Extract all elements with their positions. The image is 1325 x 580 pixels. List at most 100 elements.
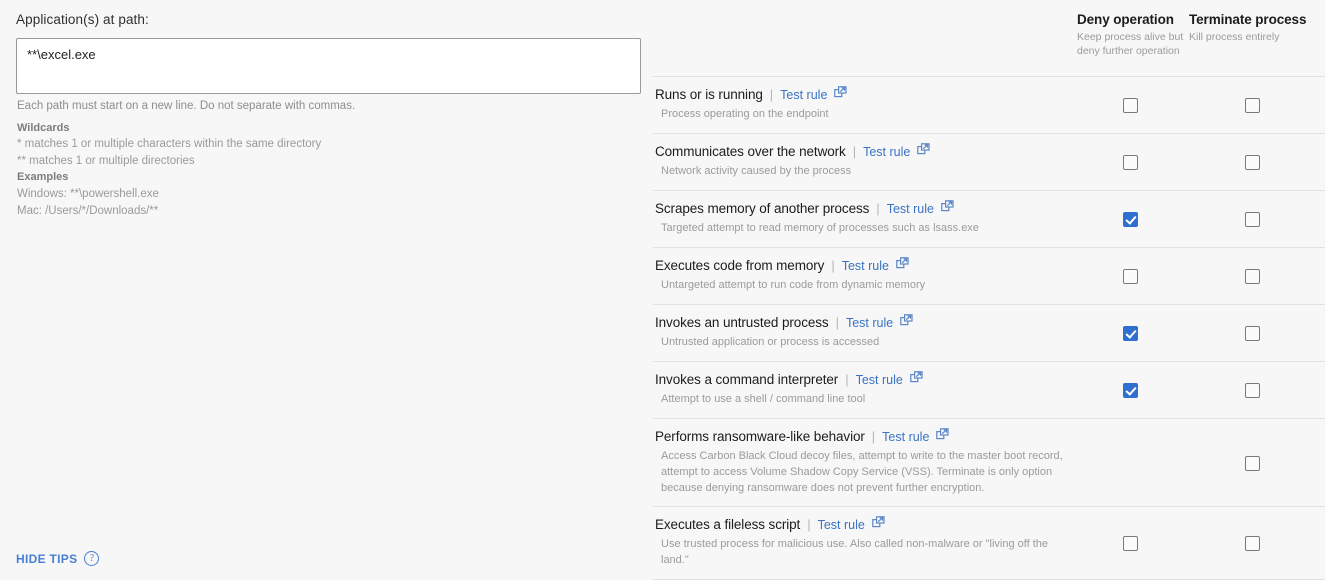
rule-description: Network activity caused by the process [661, 164, 852, 177]
example-line: Windows: **\powershell.exe [17, 187, 159, 200]
checkbox-deny-operation[interactable] [1123, 325, 1138, 341]
examples-heading: Examples [17, 171, 69, 184]
rule-text-block: Scrapes memory of another process | Test… [653, 200, 1073, 237]
rule-row: Executes a fileless script | Test rule U… [653, 506, 1325, 579]
rule-separator: | [845, 371, 849, 387]
rule-separator: | [807, 517, 811, 533]
checkbox-terminate-process[interactable] [1245, 268, 1260, 284]
rule-title-line: Invokes a command interpreter | Test rul… [655, 370, 1073, 389]
column-header-deny-subtitle: Keep process alive but deny further oper… [1077, 31, 1184, 58]
rule-text-block: Executes a fileless script | Test rule U… [653, 516, 1073, 569]
rule-title: Runs or is running [655, 87, 763, 102]
wildcards-heading: Wildcards [17, 121, 70, 134]
rule-row: Runs or is running | Test rule Process o… [653, 76, 1325, 133]
rule-title: Performs ransomware-like behavior [655, 428, 865, 444]
rule-title-line: Scrapes memory of another process | Test… [655, 200, 1073, 218]
rule-title-line: Executes a fileless script | Test rule [655, 516, 1073, 534]
rule-text-block: Invokes a command interpreter | Test rul… [653, 370, 1073, 408]
hide-tips-button[interactable]: HIDE TIPS ? [16, 551, 100, 566]
external-window-icon[interactable] [941, 200, 954, 218]
wildcard-line: * matches 1 or multiple characters withi… [17, 138, 322, 151]
test-rule-link[interactable]: Test rule [842, 259, 889, 273]
checkbox-terminate-process[interactable] [1245, 536, 1260, 552]
checkbox-deny-operation[interactable] [1123, 154, 1138, 170]
checkbox-terminate-process[interactable] [1245, 455, 1260, 471]
rule-text-block: Communicates over the network | Test rul… [653, 143, 1073, 180]
external-window-icon[interactable] [872, 516, 885, 534]
external-window-icon[interactable] [896, 257, 909, 275]
test-rule-link[interactable]: Test rule [818, 518, 865, 532]
rule-text-block: Runs or is running | Test rule Process o… [653, 86, 1073, 123]
rule-description: Targeted attempt to read memory of proce… [661, 221, 979, 234]
checkbox-terminate-process[interactable] [1245, 211, 1260, 227]
column-header-terminate: Terminate process Kill process entirely [1189, 12, 1307, 44]
column-header-deny: Deny operation Keep process alive but de… [1077, 12, 1185, 58]
tips-block: Each path must start on a new line. Do n… [17, 99, 437, 219]
rule-row: Invokes an untrusted process | Test rule… [653, 303, 1325, 361]
rule-separator: | [876, 200, 880, 216]
checkbox-terminate-process[interactable] [1245, 382, 1260, 398]
rule-title-line: Invokes an untrusted process | Test rule [655, 313, 1073, 332]
column-header-deny-title: Deny operation [1077, 12, 1174, 27]
rule-text-block: Performs ransomware-like behavior | Test… [653, 427, 1073, 497]
checkbox-deny-operation[interactable] [1123, 268, 1138, 284]
rule-description: Access Carbon Black Cloud decoy files, a… [661, 449, 1063, 494]
rule-title: Scrapes memory of another process [655, 200, 870, 216]
rule-description: Untrusted application or process is acce… [661, 335, 880, 348]
test-rule-link[interactable]: Test rule [863, 145, 910, 159]
rule-title: Communicates over the network [655, 143, 846, 159]
rules-list: Runs or is running | Test rule Process o… [653, 76, 1325, 580]
rule-description: Process operating on the endpoint [661, 108, 829, 120]
external-window-icon[interactable] [910, 370, 923, 389]
rule-title-line: Communicates over the network | Test rul… [655, 143, 1073, 161]
rule-description: Untargeted attempt to run code from dyna… [661, 278, 926, 291]
rule-separator: | [871, 428, 876, 444]
external-window-icon[interactable] [936, 427, 950, 446]
permission-rules-editor: Application(s) at path: Each path must s… [0, 0, 1325, 580]
rule-text-block: Executes code from memory | Test rule Un… [653, 257, 1073, 294]
checkbox-terminate-process[interactable] [1245, 325, 1260, 341]
rule-separator: | [831, 257, 835, 273]
external-window-icon[interactable] [917, 143, 930, 161]
test-rule-link[interactable]: Test rule [780, 88, 827, 102]
checkbox-deny-operation[interactable] [1123, 536, 1138, 552]
checkbox-deny-operation[interactable] [1123, 211, 1138, 227]
rule-title-line: Runs or is running | Test rule [655, 86, 1073, 104]
test-rule-link[interactable]: Test rule [856, 373, 903, 387]
rule-title-line: Executes code from memory | Test rule [655, 257, 1073, 275]
rule-separator: | [769, 87, 774, 102]
test-rule-link[interactable]: Test rule [887, 202, 934, 216]
rule-description: Attempt to use a shell / command line to… [661, 392, 866, 405]
rule-row: Invokes a command interpreter | Test rul… [653, 360, 1325, 418]
rule-title: Invokes a command interpreter [655, 371, 839, 387]
path-format-note: Each path must start on a new line. Do n… [17, 100, 356, 112]
rule-separator: | [852, 143, 857, 159]
checkbox-deny-operation[interactable] [1123, 98, 1138, 113]
rule-row: Communicates over the network | Test rul… [653, 132, 1325, 190]
rule-title: Invokes an untrusted process [655, 314, 829, 330]
checkbox-deny-operation[interactable] [1123, 382, 1138, 398]
path-field-label: Application(s) at path: [16, 12, 149, 27]
rule-row: Scrapes memory of another process | Test… [653, 189, 1325, 247]
rule-separator: | [835, 314, 839, 330]
checkbox-terminate-process[interactable] [1245, 98, 1260, 113]
column-header-terminate-subtitle: Kill process entirely [1189, 31, 1280, 43]
example-line: Mac: /Users/*/Downloads/** [17, 204, 159, 217]
rule-title: Executes a fileless script [655, 517, 801, 533]
path-tips-panel: Application(s) at path: Each path must s… [0, 0, 645, 580]
question-mark-icon[interactable]: ? [84, 551, 100, 566]
checkbox-terminate-process[interactable] [1245, 154, 1260, 170]
rule-text-block: Invokes an untrusted process | Test rule… [653, 313, 1073, 351]
external-window-icon[interactable] [900, 313, 913, 332]
rule-title-line: Performs ransomware-like behavior | Test… [655, 427, 1073, 446]
test-rule-link[interactable]: Test rule [882, 430, 929, 444]
application-path-input[interactable] [16, 38, 641, 94]
external-window-icon[interactable] [834, 86, 848, 104]
operations-permissions-panel: Deny operation Keep process alive but de… [653, 0, 1325, 580]
rule-row: Executes code from memory | Test rule Un… [653, 246, 1325, 304]
column-header-terminate-title: Terminate process [1189, 12, 1307, 27]
column-headers: Deny operation Keep process alive but de… [653, 0, 1325, 76]
test-rule-link[interactable]: Test rule [846, 316, 893, 330]
rule-title: Executes code from memory [655, 257, 825, 273]
rule-row: Performs ransomware-like behavior | Test… [653, 417, 1325, 507]
